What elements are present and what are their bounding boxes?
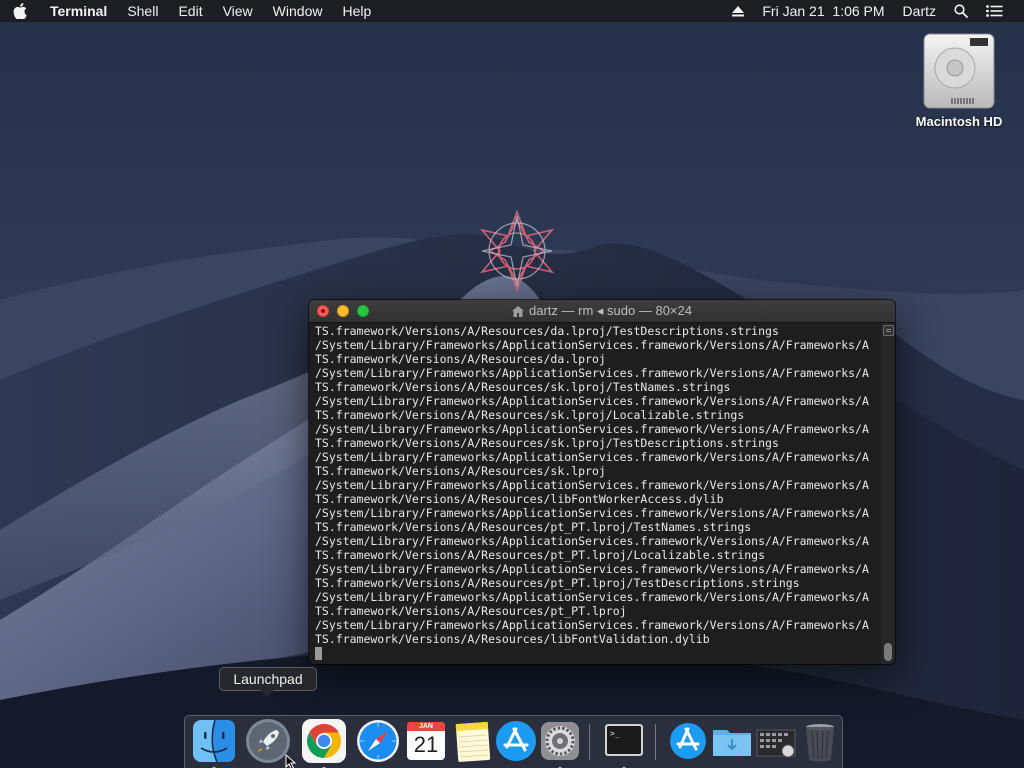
- scrollbar-thumb[interactable]: [884, 643, 892, 661]
- dock-item-notes[interactable]: [449, 718, 495, 764]
- terminal-line: TS.framework/Versions/A/Resources/libFon…: [315, 492, 724, 506]
- hard-drive-icon: [923, 33, 995, 109]
- tooltip-arrow: [260, 690, 274, 697]
- screenshots-stack-icon: [756, 729, 796, 758]
- menu-edit[interactable]: Edit: [168, 0, 212, 22]
- terminal-line: /System/Library/Frameworks/ApplicationSe…: [315, 422, 869, 436]
- clock-datetime[interactable]: Fri Jan 21 1:06 PM: [753, 0, 893, 22]
- calendar-month: JAN: [418, 723, 433, 730]
- terminal-line: TS.framework/Versions/A/Resources/sk.lpr…: [315, 380, 731, 394]
- dock-separator: [655, 724, 656, 760]
- dock-item-system-preferences[interactable]: [537, 718, 583, 768]
- menu-app-terminal[interactable]: Terminal: [40, 0, 117, 22]
- menu-shell[interactable]: Shell: [117, 0, 168, 22]
- text-cursor: [315, 647, 322, 660]
- dock-tooltip: Launchpad: [219, 667, 317, 691]
- menu-view[interactable]: View: [213, 0, 263, 22]
- terminal-line: TS.framework/Versions/A/Resources/pt_PT.…: [315, 576, 800, 590]
- terminal-output[interactable]: TS.framework/Versions/A/Resources/da.lpr…: [309, 323, 881, 664]
- terminal-line: /System/Library/Frameworks/ApplicationSe…: [315, 394, 869, 408]
- window-titlebar[interactable]: dartz — rm ◂ sudo — 80×24: [309, 300, 895, 323]
- home-folder-icon: [512, 305, 525, 317]
- trash-icon: [806, 724, 834, 762]
- dock-item-chrome[interactable]: [301, 718, 347, 768]
- terminal-line: TS.framework/Versions/A/Resources/da.lpr…: [315, 352, 606, 366]
- terminal-window[interactable]: dartz — rm ◂ sudo — 80×24 TS.framework/V…: [309, 300, 895, 664]
- calendar-day: 21: [413, 732, 439, 757]
- dock-item-safari[interactable]: [355, 718, 401, 764]
- terminal-line: /System/Library/Frameworks/ApplicationSe…: [315, 506, 869, 520]
- applications-folder-icon: [670, 723, 706, 759]
- notes-icon: [455, 721, 491, 762]
- dock-item-applications[interactable]: [665, 718, 711, 764]
- terminal-icon: >_: [605, 724, 643, 756]
- scroll-split-icon[interactable]: [883, 325, 894, 336]
- user-menu[interactable]: Dartz: [894, 0, 945, 22]
- loading-rosette-icon: [479, 209, 555, 293]
- desktop-icon-label: Macintosh HD: [915, 114, 1003, 129]
- dock-item-finder[interactable]: [191, 718, 237, 768]
- terminal-line: /System/Library/Frameworks/ApplicationSe…: [315, 534, 869, 548]
- finder-icon: [193, 719, 235, 763]
- terminal-line: /System/Library/Frameworks/ApplicationSe…: [315, 478, 869, 492]
- chrome-icon: [302, 719, 346, 763]
- dock-item-trash[interactable]: [797, 718, 843, 764]
- dock-item-downloads[interactable]: [709, 718, 755, 764]
- system-preferences-icon: [541, 722, 579, 760]
- macintosh-hd-desktop-icon[interactable]: Macintosh HD: [906, 32, 1012, 129]
- terminal-line: TS.framework/Versions/A/Resources/sk.lpr…: [315, 436, 779, 450]
- menu-help[interactable]: Help: [332, 0, 381, 22]
- terminal-line: TS.framework/Versions/A/Resources/pt_PT.…: [315, 604, 627, 618]
- terminal-line: TS.framework/Versions/A/Resources/pt_PT.…: [315, 548, 766, 562]
- terminal-line: TS.framework/Versions/A/Resources/sk.lpr…: [315, 464, 606, 478]
- spotlight-search-icon[interactable]: [945, 4, 977, 18]
- tooltip-label: Launchpad: [233, 671, 303, 687]
- downloads-folder-icon: [713, 730, 751, 756]
- svg-text:>_: >_: [610, 729, 620, 738]
- terminal-line: /System/Library/Frameworks/ApplicationSe…: [315, 366, 869, 380]
- menu-window[interactable]: Window: [263, 0, 333, 22]
- terminal-line: /System/Library/Frameworks/ApplicationSe…: [315, 450, 869, 464]
- dock-separator: [589, 724, 590, 760]
- safari-icon: [357, 720, 399, 762]
- terminal-line: /System/Library/Frameworks/ApplicationSe…: [315, 562, 869, 576]
- terminal-line: /System/Library/Frameworks/ApplicationSe…: [315, 338, 869, 352]
- terminal-line: TS.framework/Versions/A/Resources/pt_PT.…: [315, 520, 752, 534]
- dock-item-calendar[interactable]: JAN 21: [403, 718, 449, 764]
- terminal-line: TS.framework/Versions/A/Resources/sk.lpr…: [315, 408, 745, 422]
- dock-item-terminal[interactable]: >_: [601, 718, 647, 768]
- dock-item-app-store[interactable]: [493, 718, 539, 764]
- terminal-line: TS.framework/Versions/A/Resources/libFon…: [315, 632, 710, 646]
- terminal-prompt-line[interactable]: [315, 646, 881, 660]
- menu-bar: Terminal Shell Edit View Window Help Fri…: [0, 0, 1024, 22]
- apple-icon[interactable]: [0, 3, 40, 19]
- dock: JAN 21 >_: [184, 715, 843, 768]
- terminal-line: /System/Library/Frameworks/ApplicationSe…: [315, 618, 869, 632]
- window-title: dartz — rm ◂ sudo — 80×24: [529, 303, 692, 318]
- eject-icon[interactable]: [723, 5, 753, 17]
- app-store-icon: [496, 721, 536, 761]
- vertical-scrollbar[interactable]: [881, 323, 895, 664]
- terminal-line: /System/Library/Frameworks/ApplicationSe…: [315, 590, 869, 604]
- terminal-line: TS.framework/Versions/A/Resources/da.lpr…: [315, 324, 779, 338]
- mouse-pointer-icon: [285, 754, 297, 768]
- dock-item-screenshots-stack[interactable]: [753, 718, 799, 764]
- notification-center-icon[interactable]: [977, 5, 1012, 17]
